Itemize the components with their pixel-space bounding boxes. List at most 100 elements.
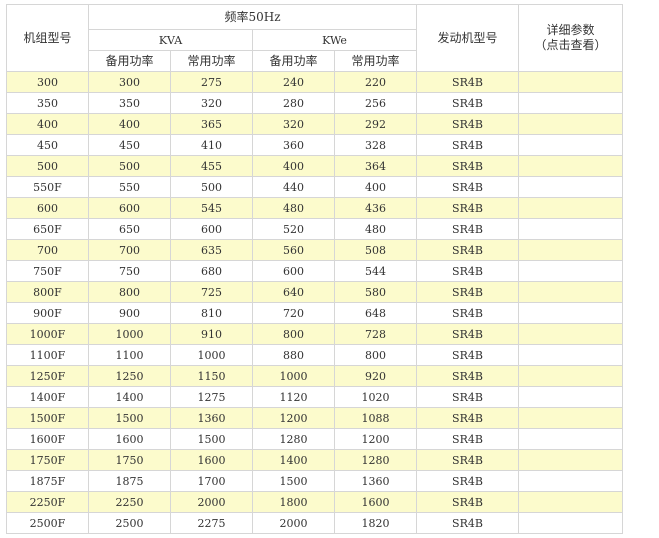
cell-details-link[interactable] xyxy=(518,386,623,408)
cell-engine: SR4B xyxy=(416,239,519,261)
table-row: 300 300 275 240 220 SR4B xyxy=(6,71,623,93)
cell-engine: SR4B xyxy=(416,302,519,324)
cell-kwe-prime: 1200 xyxy=(334,428,417,450)
cell-model: 1250F xyxy=(6,365,89,387)
cell-kva-prime: 810 xyxy=(170,302,253,324)
cell-model: 400 xyxy=(6,113,89,135)
cell-model: 900F xyxy=(6,302,89,324)
cell-engine: SR4B xyxy=(416,281,519,303)
cell-kva-standby: 700 xyxy=(88,239,171,261)
cell-kwe-standby: 440 xyxy=(252,176,335,198)
cell-kva-standby: 450 xyxy=(88,134,171,156)
cell-kwe-prime: 220 xyxy=(334,71,417,93)
cell-kwe-standby: 2000 xyxy=(252,512,335,534)
table-row: 750F 750 680 600 544 SR4B xyxy=(6,260,623,282)
cell-kwe-prime: 256 xyxy=(334,92,417,114)
cell-engine: SR4B xyxy=(416,260,519,282)
cell-details-link[interactable] xyxy=(518,71,623,93)
table-container: 机组型号 频率50Hz 发动机型号 详细参数 （点击查看） KVA KWe 备用… xyxy=(6,4,623,534)
cell-details-link[interactable] xyxy=(518,470,623,492)
cell-kva-prime: 365 xyxy=(170,113,253,135)
cell-details-link[interactable] xyxy=(518,92,623,114)
cell-kva-standby: 1100 xyxy=(88,344,171,366)
cell-engine: SR4B xyxy=(416,407,519,429)
table-row: 1500F 1500 1360 1200 1088 SR4B xyxy=(6,407,623,429)
cell-details-link[interactable] xyxy=(518,260,623,282)
cell-kwe-standby: 280 xyxy=(252,92,335,114)
cell-kva-standby: 600 xyxy=(88,197,171,219)
header-kva-standby: 备用功率 xyxy=(88,50,171,72)
cell-kwe-prime: 544 xyxy=(334,260,417,282)
cell-details-link[interactable] xyxy=(518,155,623,177)
cell-details-link[interactable] xyxy=(518,449,623,471)
cell-details-link[interactable] xyxy=(518,365,623,387)
table-row: 1000F 1000 910 800 728 SR4B xyxy=(6,323,623,345)
cell-kva-prime: 500 xyxy=(170,176,253,198)
cell-model: 1400F xyxy=(6,386,89,408)
header-engine: 发动机型号 xyxy=(416,4,519,72)
cell-engine: SR4B xyxy=(416,92,519,114)
cell-details-link[interactable] xyxy=(518,197,623,219)
cell-details-link[interactable] xyxy=(518,428,623,450)
cell-engine: SR4B xyxy=(416,113,519,135)
cell-kwe-prime: 1088 xyxy=(334,407,417,429)
cell-details-link[interactable] xyxy=(518,113,623,135)
table-row: 2500F 2500 2275 2000 1820 SR4B xyxy=(6,512,623,534)
cell-model: 350 xyxy=(6,92,89,114)
cell-model: 1100F xyxy=(6,344,89,366)
cell-kva-prime: 2000 xyxy=(170,491,253,513)
cell-kva-standby: 1600 xyxy=(88,428,171,450)
table-row: 650F 650 600 520 480 SR4B xyxy=(6,218,623,240)
cell-kwe-prime: 400 xyxy=(334,176,417,198)
cell-details-link[interactable] xyxy=(518,491,623,513)
table-row: 550F 550 500 440 400 SR4B xyxy=(6,176,623,198)
cell-engine: SR4B xyxy=(416,449,519,471)
cell-kwe-prime: 364 xyxy=(334,155,417,177)
cell-kva-prime: 1500 xyxy=(170,428,253,450)
cell-kva-prime: 410 xyxy=(170,134,253,156)
cell-kwe-standby: 520 xyxy=(252,218,335,240)
cell-engine: SR4B xyxy=(416,134,519,156)
cell-kva-prime: 635 xyxy=(170,239,253,261)
cell-engine: SR4B xyxy=(416,155,519,177)
cell-details-link[interactable] xyxy=(518,407,623,429)
cell-kva-standby: 400 xyxy=(88,113,171,135)
cell-kwe-prime: 328 xyxy=(334,134,417,156)
cell-details-link[interactable] xyxy=(518,512,623,534)
cell-kva-prime: 1360 xyxy=(170,407,253,429)
cell-kva-standby: 300 xyxy=(88,71,171,93)
table-row: 500 500 455 400 364 SR4B xyxy=(6,155,623,177)
cell-details-link[interactable] xyxy=(518,239,623,261)
cell-details-link[interactable] xyxy=(518,302,623,324)
cell-kwe-standby: 720 xyxy=(252,302,335,324)
header-frequency: 频率50Hz xyxy=(88,4,417,30)
cell-engine: SR4B xyxy=(416,323,519,345)
cell-kwe-standby: 320 xyxy=(252,113,335,135)
cell-engine: SR4B xyxy=(416,176,519,198)
cell-kva-standby: 500 xyxy=(88,155,171,177)
cell-kva-standby: 1750 xyxy=(88,449,171,471)
cell-model: 1500F xyxy=(6,407,89,429)
cell-kva-standby: 1250 xyxy=(88,365,171,387)
cell-kwe-prime: 508 xyxy=(334,239,417,261)
cell-engine: SR4B xyxy=(416,428,519,450)
table-row: 1600F 1600 1500 1280 1200 SR4B xyxy=(6,428,623,450)
table-header: 机组型号 频率50Hz 发动机型号 详细参数 （点击查看） KVA KWe 备用… xyxy=(6,4,623,72)
cell-details-link[interactable] xyxy=(518,176,623,198)
cell-engine: SR4B xyxy=(416,386,519,408)
header-details: 详细参数 （点击查看） xyxy=(518,4,623,72)
cell-model: 450 xyxy=(6,134,89,156)
cell-kwe-standby: 1500 xyxy=(252,470,335,492)
cell-details-link[interactable] xyxy=(518,344,623,366)
cell-engine: SR4B xyxy=(416,365,519,387)
cell-details-link[interactable] xyxy=(518,134,623,156)
cell-details-link[interactable] xyxy=(518,281,623,303)
cell-details-link[interactable] xyxy=(518,323,623,345)
cell-kwe-standby: 1200 xyxy=(252,407,335,429)
cell-details-link[interactable] xyxy=(518,218,623,240)
cell-kwe-prime: 648 xyxy=(334,302,417,324)
cell-model: 800F xyxy=(6,281,89,303)
table-row: 400 400 365 320 292 SR4B xyxy=(6,113,623,135)
cell-model: 700 xyxy=(6,239,89,261)
table-row: 900F 900 810 720 648 SR4B xyxy=(6,302,623,324)
